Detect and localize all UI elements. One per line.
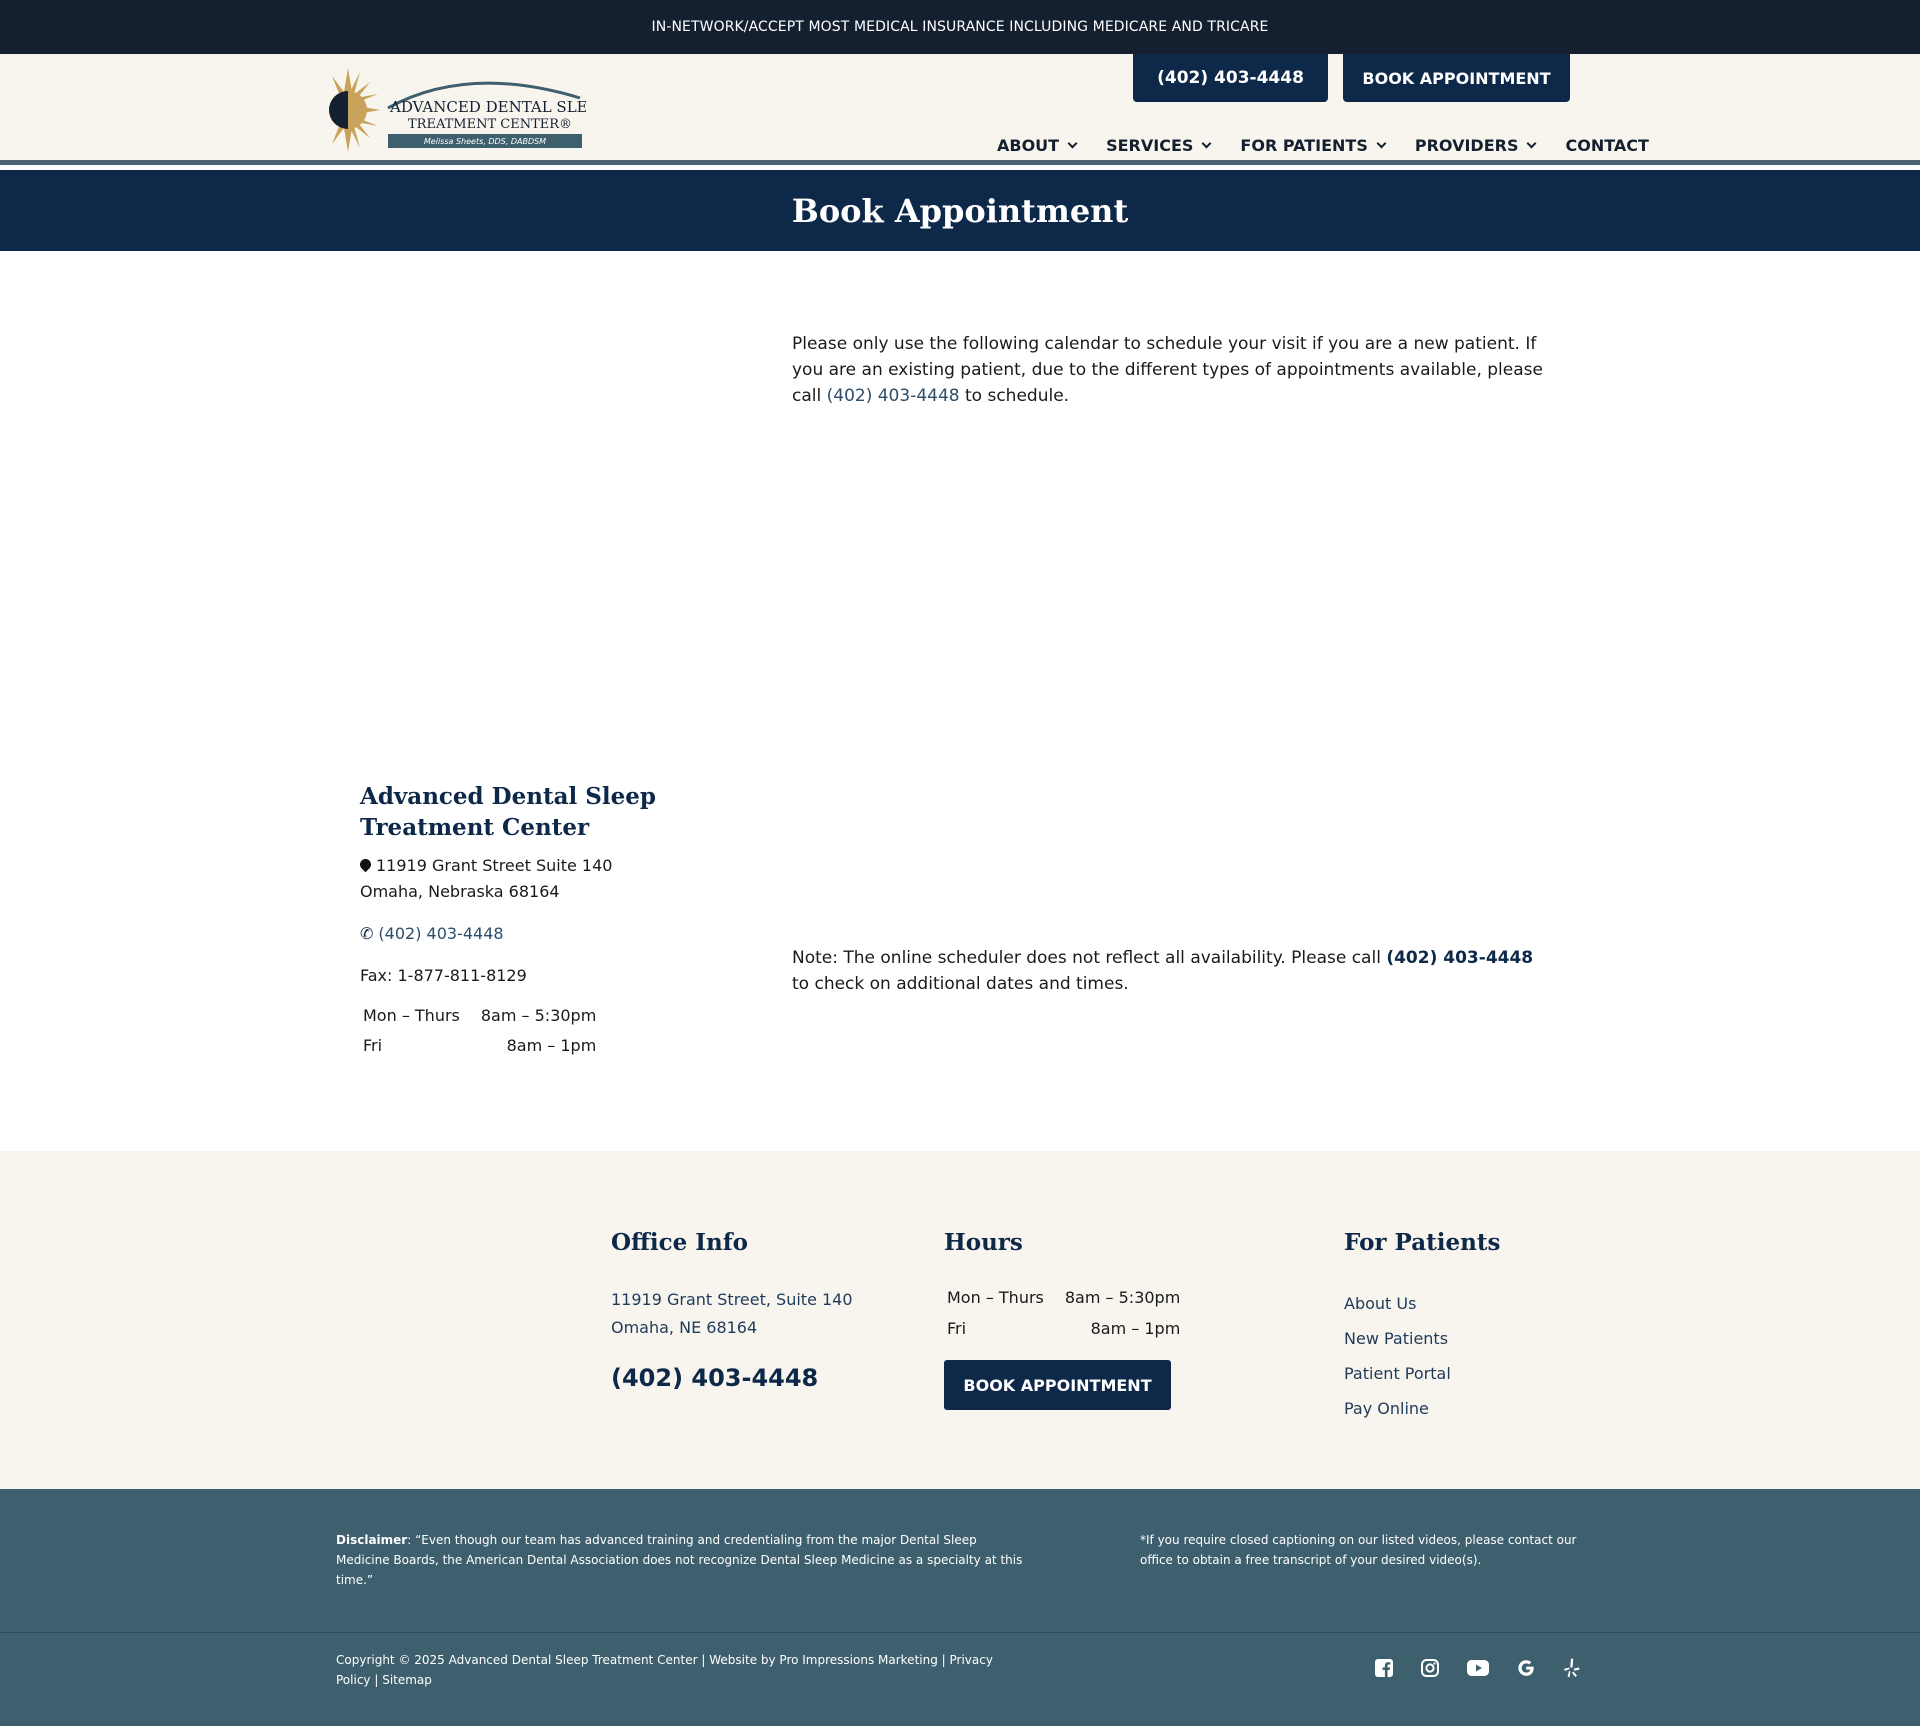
disclaimer-text: : “Even though our team has advanced tra… (336, 1533, 1023, 1587)
svg-text:TREATMENT CENTER®: TREATMENT CENTER® (408, 117, 572, 132)
nav-about[interactable]: ABOUT (997, 132, 1078, 158)
chevron-down-icon (1067, 138, 1078, 148)
instagram-icon[interactable] (1420, 1658, 1440, 1678)
hours-row: Fri 8am – 1pm (360, 1031, 599, 1061)
hours-time: 8am – 5:30pm (480, 1006, 597, 1025)
hours-row: Mon – Thurs 8am – 5:30pm (360, 1001, 599, 1031)
hours-day: Fri (947, 1319, 967, 1338)
note-phone: (402) 403-4448 (1386, 948, 1534, 968)
address-line1-text: 11919 Grant Street Suite 140 (376, 856, 613, 875)
chevron-down-icon (1376, 138, 1387, 148)
intro-phone-link[interactable]: (402) 403-4448 (827, 386, 960, 406)
hours-day: Mon – Thurs (947, 1288, 1044, 1307)
nav-services-label: SERVICES (1106, 135, 1194, 155)
map-pin-icon (357, 856, 374, 873)
chevron-down-icon (1527, 138, 1537, 148)
disclaimer: Disclaimer: “Even though our team has ad… (336, 1530, 1026, 1590)
copyright-text: Copyright © 2025 Advanced Dental Sleep T… (336, 1653, 710, 1667)
social-links (1374, 1658, 1582, 1678)
header-phone-button[interactable]: (402) 403-4448 (1133, 54, 1328, 102)
chevron-down-icon (1201, 138, 1212, 148)
page-title: Book Appointment (791, 191, 1129, 230)
office-address-line1: 11919 Grant Street Suite 140 (357, 853, 660, 879)
google-icon[interactable] (1516, 1658, 1536, 1678)
intro-end-text: to schedule. (959, 386, 1070, 406)
office-hours-table: Mon – Thurs 8am – 5:30pm Fri 8am – 1pm (360, 1001, 599, 1061)
separator: | (937, 1653, 950, 1667)
nav-about-label: ABOUT (997, 135, 1060, 155)
footer-patients-column: For Patients About Us New Patients Patie… (1344, 1229, 1500, 1426)
footer-office-column: Office Info 11919 Grant Street, Suite 14… (611, 1229, 853, 1392)
captioning-notice: *If you require closed captioning on our… (1140, 1533, 1577, 1567)
office-phone-row: ✆ (402) 403-4448 (360, 921, 660, 947)
nav-contact-label: CONTACT (1565, 135, 1649, 155)
svg-text:Melissa Sheets, DDS, DABDSM: Melissa Sheets, DDS, DABDSM (424, 137, 546, 146)
nav-providers-label: PROVIDERS (1414, 135, 1519, 155)
hours-day: Fri (363, 1036, 383, 1055)
youtube-icon[interactable] (1466, 1658, 1490, 1678)
footer-divider (0, 1632, 1920, 1633)
footer-legal: Disclaimer: “Even though our team has ad… (0, 1489, 1920, 1726)
footer-link-new-patients[interactable]: New Patients (1344, 1329, 1448, 1348)
footer-link-patient-portal[interactable]: Patient Portal (1344, 1364, 1451, 1383)
site-header: ADVANCED DENTAL SLEEP TREATMENT CENTER® … (0, 54, 1920, 165)
office-address-line2: Omaha, Nebraska 68164 (360, 882, 560, 901)
logo-graphic: ADVANCED DENTAL SLEEP TREATMENT CENTER® … (329, 68, 609, 152)
yelp-icon[interactable] (1562, 1658, 1582, 1678)
insurance-announcement-bar: IN-NETWORK/ACCEPT MOST MEDICAL INSURANCE… (0, 0, 1920, 54)
nav-services[interactable]: SERVICES (1106, 132, 1212, 158)
main-navigation: ABOUT SERVICES FOR PATIENTS PROVIDERS CO… (997, 132, 1649, 158)
footer-link-pay-online[interactable]: Pay Online (1344, 1399, 1429, 1418)
copyright: Copyright © 2025 Advanced Dental Sleep T… (336, 1650, 1016, 1690)
site-logo[interactable]: ADVANCED DENTAL SLEEP TREATMENT CENTER® … (318, 68, 609, 152)
footer-info: Office Info 11919 Grant Street, Suite 14… (0, 1151, 1920, 1489)
footer-address-line1: 11919 Grant Street, Suite 140 (611, 1290, 853, 1309)
footer-hours-title: Hours (944, 1229, 1023, 1256)
facebook-icon[interactable] (1374, 1658, 1394, 1678)
phone-icon: ✆ (360, 924, 374, 943)
office-name: Advanced Dental Sleep Treatment Center (360, 783, 656, 841)
hours-time: 8am – 1pm (1090, 1319, 1181, 1338)
sitemap-link[interactable]: Sitemap (382, 1673, 432, 1687)
note-text: Note: The online scheduler does not refl… (792, 948, 1387, 968)
footer-patients-title: For Patients (1344, 1229, 1501, 1256)
nav-for-patients[interactable]: FOR PATIENTS (1240, 132, 1387, 158)
nav-for-patients-label: FOR PATIENTS (1240, 135, 1368, 155)
svg-text:ADVANCED DENTAL SLEEP: ADVANCED DENTAL SLEEP (389, 98, 586, 116)
intro-paragraph: Please only use the following calendar t… (792, 331, 1552, 409)
footer-hours-table: Mon – Thurs 8am – 5:30pm Fri 8am – 1pm (944, 1284, 1183, 1346)
office-phone-link[interactable]: (402) 403-4448 (378, 924, 503, 943)
hours-row: Fri 8am – 1pm (944, 1315, 1183, 1346)
hours-row: Mon – Thurs 8am – 5:30pm (944, 1284, 1183, 1315)
website-by-link[interactable]: Website by Pro Impressions Marketing (709, 1653, 938, 1667)
footer-patient-links: About Us New Patients Patient Portal Pay… (1344, 1286, 1500, 1426)
header-book-appointment-button[interactable]: BOOK APPOINTMENT (1343, 54, 1570, 102)
nav-providers[interactable]: PROVIDERS (1414, 132, 1537, 158)
page-title-banner: Book Appointment (0, 170, 1920, 251)
announcement-text: IN-NETWORK/ACCEPT MOST MEDICAL INSURANCE… (651, 19, 1269, 35)
footer-hours-column: Hours Mon – Thurs 8am – 5:30pm Fri 8am –… (944, 1229, 1183, 1410)
office-info-sidebar: Advanced Dental Sleep Treatment Center 1… (357, 781, 660, 1061)
footer-phone-link[interactable]: (402) 403-4448 (611, 1364, 853, 1392)
hours-time: 8am – 1pm (506, 1036, 597, 1055)
nav-contact[interactable]: CONTACT (1565, 132, 1648, 158)
footer-book-appointment-button[interactable]: BOOK APPOINTMENT (944, 1360, 1171, 1410)
footer-link-about-us[interactable]: About Us (1344, 1294, 1416, 1313)
disclaimer-label: Disclaimer (336, 1533, 408, 1547)
note-end-text: to check on additional dates and times. (792, 974, 1129, 994)
hours-day: Mon – Thurs (363, 1006, 460, 1025)
footer-office-title: Office Info (611, 1229, 749, 1256)
hours-time: 8am – 5:30pm (1064, 1288, 1181, 1307)
separator: | (370, 1673, 383, 1687)
footer-address-line2: Omaha, NE 68164 (611, 1318, 758, 1337)
scheduler-note: Note: The online scheduler does not refl… (792, 945, 1552, 997)
office-fax: Fax: 1-877-811-8129 (360, 966, 527, 985)
footer-address: 11919 Grant Street, Suite 140 Omaha, NE … (611, 1286, 853, 1342)
